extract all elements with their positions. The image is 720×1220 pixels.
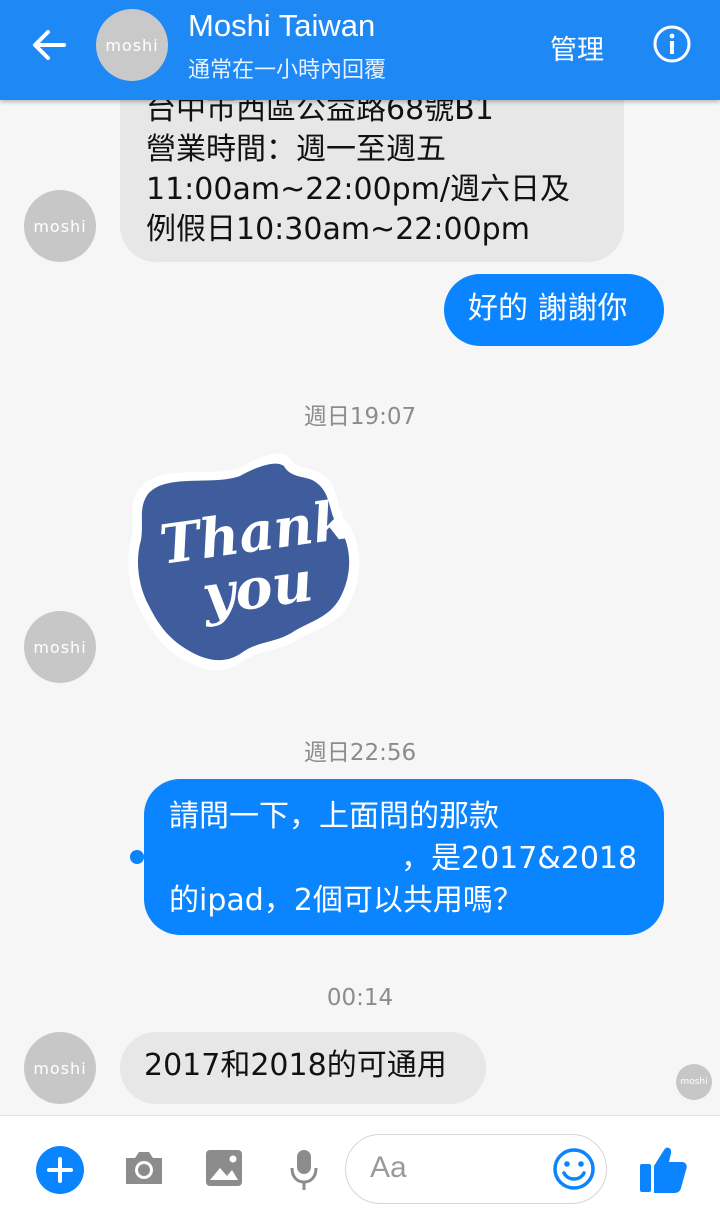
manage-button[interactable]: 管理 — [550, 28, 604, 67]
message-text: 11:00am~22:00pm/週六日及 — [146, 172, 571, 207]
contact-name[interactable]: Moshi Taiwan — [188, 8, 375, 44]
message-outgoing[interactable]: 好的 謝謝你 — [444, 274, 664, 346]
message-incoming-answer[interactable]: 2017和2018的可通用 — [120, 1032, 486, 1104]
avatar[interactable]: moshi — [24, 611, 96, 683]
timestamp: 00:14 — [326, 985, 394, 1011]
back-arrow-icon[interactable] — [26, 22, 72, 68]
message-text: 營業時間：週一至週五 — [146, 132, 446, 167]
avatar[interactable]: moshi — [24, 1032, 96, 1104]
message-text: 例假日10:30am~22:00pm — [146, 212, 530, 247]
avatar[interactable]: moshi — [24, 190, 96, 262]
thank-you-sticker[interactable]: Thank you — [120, 448, 370, 678]
plus-icon — [47, 1157, 73, 1183]
message-outgoing-question[interactable]: 請問一下，上面問的那款 ，是2017&2018 的ipad，2個可以共用嗎？ — [144, 779, 664, 935]
timestamp: 週日19:07 — [303, 404, 417, 430]
seen-indicator-avatar: moshi — [676, 1064, 712, 1100]
redaction-mark — [130, 850, 144, 864]
message-text: 好的 謝謝你 — [468, 291, 628, 326]
message-text: 的ipad，2個可以共用嗎？ — [169, 883, 523, 918]
message-text: ，是2017&2018 — [401, 841, 638, 876]
timestamp: 週日22:56 — [303, 740, 417, 766]
image-icon[interactable] — [204, 1148, 244, 1188]
composer-bar: Aa — [0, 1115, 720, 1220]
thumbs-up-icon[interactable] — [638, 1142, 688, 1196]
camera-icon[interactable] — [122, 1148, 166, 1188]
message-input-placeholder: Aa — [370, 1151, 407, 1184]
chat-header: moshi Moshi Taiwan 通常在一小時內回覆 管理 — [0, 0, 720, 100]
message-text: 2017和2018的可通用 — [144, 1048, 447, 1083]
microphone-icon[interactable] — [287, 1148, 321, 1192]
message-text: 請問一下，上面問的那款 — [169, 799, 499, 834]
header-avatar[interactable]: moshi — [96, 9, 168, 81]
emoji-icon[interactable] — [552, 1147, 596, 1191]
info-icon[interactable] — [652, 24, 692, 64]
more-actions-button[interactable] — [36, 1146, 84, 1194]
response-status: 通常在一小時內回覆 — [188, 58, 387, 83]
message-input[interactable]: Aa — [345, 1134, 607, 1204]
